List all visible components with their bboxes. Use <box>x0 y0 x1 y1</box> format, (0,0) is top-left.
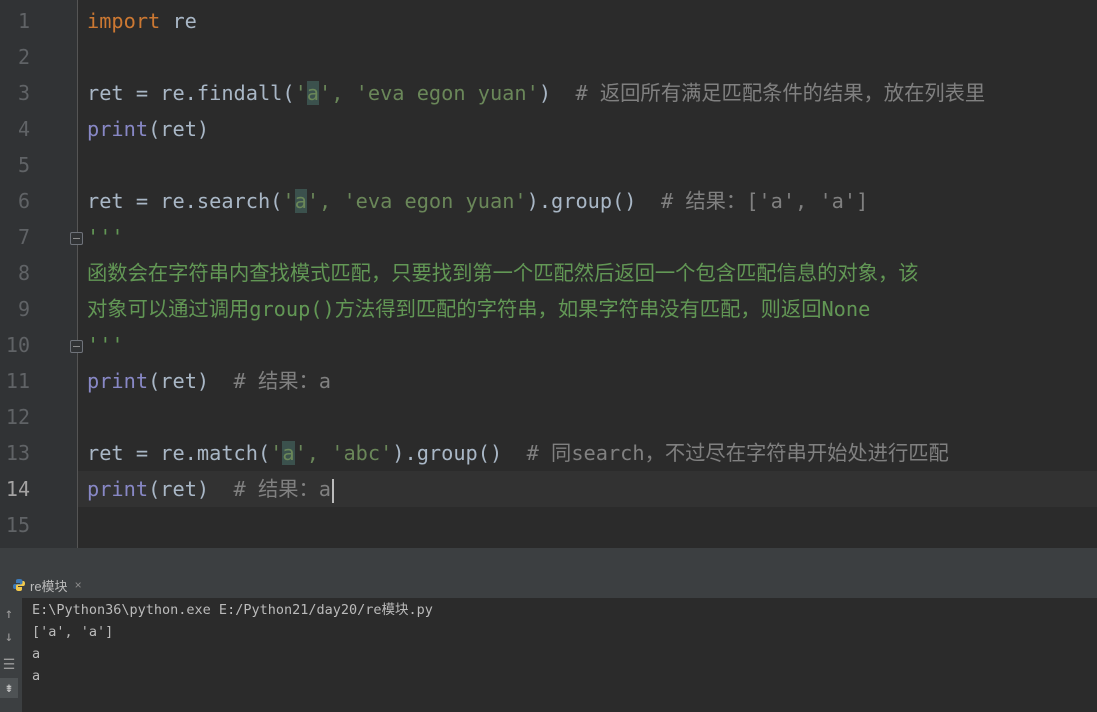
console-output-line: a <box>32 668 41 684</box>
code-line-11[interactable]: print(ret) # 结果：a <box>87 363 331 399</box>
line-number: 12 <box>5 405 30 429</box>
string-quote: ' <box>294 81 307 105</box>
soft-wrap-icon[interactable]: ☰ <box>0 655 18 675</box>
line-number: 13 <box>5 441 30 465</box>
run-tab-bar: re模块 × <box>0 572 1097 598</box>
comment: # 结果：a <box>233 369 332 393</box>
close-icon[interactable]: × <box>75 578 82 592</box>
line-number: 8 <box>17 261 30 285</box>
line-number: 3 <box>17 81 30 105</box>
string-quote: ' <box>270 441 283 465</box>
code-text: (ret) <box>148 117 210 141</box>
panel-divider[interactable] <box>0 548 1097 572</box>
line-number: 11 <box>5 369 30 393</box>
code-text: (ret) <box>148 477 234 501</box>
docstring-line[interactable]: 函数会在字符串内查找模式匹配，只要找到第一个匹配然后返回一个包含匹配信息的对象，… <box>87 255 919 291</box>
code-line-14[interactable]: print(ret) # 结果：a <box>87 471 335 507</box>
code-line-13[interactable]: ret = re.match('a', 'abc').group() # 同se… <box>87 435 949 471</box>
code-line-3[interactable]: ret = re.findall('a', 'eva egon yuan') #… <box>87 75 985 111</box>
code-line-1[interactable]: import re <box>87 3 197 39</box>
builtin-print: print <box>87 369 149 393</box>
code-line-4[interactable]: print(ret) <box>87 111 209 147</box>
string-literal: 'eva egon yuan' <box>355 81 539 105</box>
docstring-line[interactable]: 对象可以通过调用group()方法得到匹配的字符串，如果字符串没有匹配，则返回N… <box>87 291 870 327</box>
fold-marker-icon[interactable] <box>70 232 83 245</box>
string-quote: ', <box>294 441 332 465</box>
code-text: ).group() <box>526 189 661 213</box>
console-output-line: ['a', 'a'] <box>32 624 114 640</box>
line-number: 2 <box>17 45 30 69</box>
comment: # 结果：['a', 'a'] <box>660 189 869 213</box>
docstring-open[interactable]: ''' <box>87 219 124 255</box>
code-text: ret = re.findall( <box>87 81 295 105</box>
keyword-import: import <box>87 9 161 33</box>
code-text: (ret) <box>148 369 234 393</box>
string-quote: ', <box>306 189 344 213</box>
line-number: 1 <box>17 9 30 33</box>
line-number: 5 <box>17 153 30 177</box>
comment: # 返回所有满足匹配条件的结果，放在列表里 <box>575 81 986 105</box>
code-text: ) <box>538 81 576 105</box>
run-toolbar: ↑ ↓ ☰ ⇟ <box>0 598 22 712</box>
string-literal: 'abc' <box>331 441 393 465</box>
line-number-gutter[interactable]: 1 2 3 4 5 6 7 8 9 10 11 12 13 14 15 <box>0 0 83 548</box>
string-quote: ' <box>282 189 295 213</box>
console-output-line: a <box>32 646 41 662</box>
builtin-print: print <box>87 117 149 141</box>
comment: # 同search，不过尽在字符串开始处进行匹配 <box>526 441 949 465</box>
arrow-up-icon[interactable]: ↑ <box>0 604 18 624</box>
run-tool-window: re模块 × ↑ ↓ ☰ ⇟ E:\Python36\python.exe E:… <box>0 572 1097 712</box>
line-number: 10 <box>5 333 30 357</box>
code-text: ret = re.search( <box>87 189 283 213</box>
matched-char-highlight: a <box>282 441 295 465</box>
text-caret <box>332 478 335 503</box>
line-number: 9 <box>17 297 30 321</box>
line-number: 15 <box>5 513 30 537</box>
line-number: 6 <box>17 189 30 213</box>
code-text: ret = re.match( <box>87 441 271 465</box>
run-tab-label: re模块 <box>30 578 68 594</box>
arrow-down-icon[interactable]: ↓ <box>0 627 18 647</box>
builtin-print: print <box>87 477 149 501</box>
run-tab[interactable]: re模块 × <box>6 574 88 596</box>
docstring-close[interactable]: ''' <box>87 327 124 363</box>
code-text: ).group() <box>392 441 527 465</box>
line-number-current: 14 <box>5 477 30 501</box>
fold-marker-icon[interactable] <box>70 340 83 353</box>
code-editor[interactable]: 1 2 3 4 5 6 7 8 9 10 11 12 13 14 15 impo… <box>0 0 1097 548</box>
comment: # 结果：a <box>233 477 332 501</box>
python-file-icon <box>13 579 25 591</box>
matched-char-highlight: a <box>294 189 307 213</box>
console-output-line: E:\Python36\python.exe E:/Python21/day20… <box>32 602 433 618</box>
scroll-to-end-icon[interactable]: ⇟ <box>0 678 18 698</box>
line-number: 4 <box>17 117 30 141</box>
line-number: 7 <box>17 225 30 249</box>
string-quote: ', <box>319 81 356 105</box>
string-literal: 'eva egon yuan' <box>343 189 527 213</box>
code-line-6[interactable]: ret = re.search('a', 'eva egon yuan').gr… <box>87 183 868 219</box>
matched-char-highlight: a <box>306 81 320 105</box>
code-text: re <box>160 9 197 33</box>
